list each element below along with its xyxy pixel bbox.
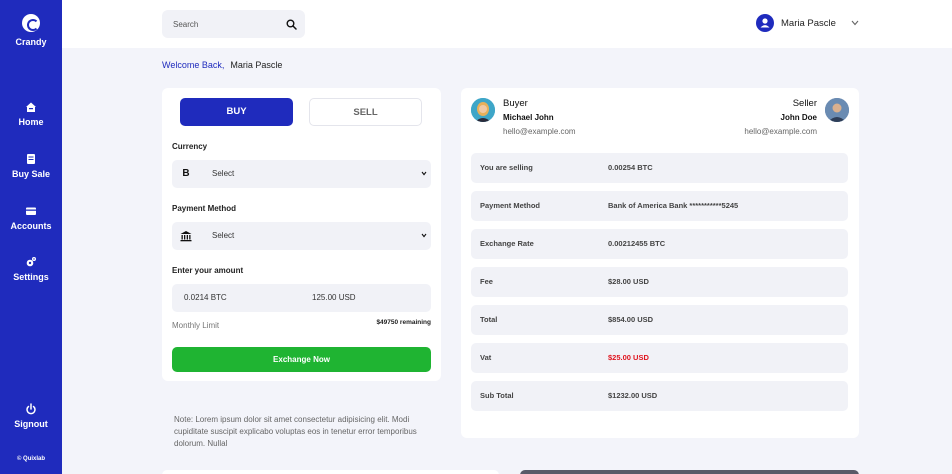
logo-icon bbox=[22, 14, 40, 32]
currency-label: Currency bbox=[172, 142, 208, 151]
detail-value: $854.00 USD bbox=[608, 315, 654, 324]
sidebar: Crandy Home Buy Sale Accounts Settings S… bbox=[0, 0, 62, 474]
sidebar-item-label: Settings bbox=[13, 272, 49, 282]
seller-avatar bbox=[825, 98, 849, 122]
note-text: Note: Lorem ipsum dolor sit amet consect… bbox=[174, 415, 417, 448]
amount-usd: 125.00 USD bbox=[312, 293, 356, 302]
detail-value: 0.00254 BTC bbox=[608, 163, 653, 172]
monthly-limit-label: Monthly Limit bbox=[172, 321, 220, 330]
app-name: Crandy bbox=[15, 37, 47, 47]
sidebar-item-home[interactable]: Home bbox=[0, 101, 62, 127]
currency-select-value: Select bbox=[212, 169, 235, 178]
signout-label: Signout bbox=[14, 419, 48, 429]
footer-brand: © Quixlab bbox=[16, 456, 46, 462]
detail-row: Sub Total $1232.00 USD bbox=[471, 381, 848, 411]
sidebar-item-label: Buy Sale bbox=[11, 169, 51, 179]
amount-label: Enter your amount bbox=[172, 266, 244, 275]
detail-row: You are selling 0.00254 BTC bbox=[471, 153, 848, 183]
detail-value: 0.00212455 BTC bbox=[608, 239, 666, 248]
detail-value: Bank of America Bank ***********5245 bbox=[608, 201, 739, 210]
chevron-down-icon bbox=[421, 171, 427, 176]
top-bar: Maria Pascle bbox=[62, 0, 952, 48]
bottom-card-right bbox=[520, 470, 859, 474]
gear-icon bbox=[26, 257, 36, 267]
detail-label: Total bbox=[480, 315, 498, 324]
chevron-down-icon bbox=[851, 20, 859, 26]
search-input[interactable] bbox=[162, 10, 282, 38]
amount-field[interactable]: 0.0214 BTC 125.00 USD bbox=[172, 284, 431, 312]
detail-row: Fee $28.00 USD bbox=[471, 267, 848, 297]
detail-value: $28.00 USD bbox=[608, 277, 649, 286]
detail-row: Vat $25.00 USD bbox=[471, 343, 848, 373]
user-menu[interactable]: Maria Pascle bbox=[756, 14, 866, 34]
app-logo[interactable]: Crandy bbox=[0, 14, 62, 47]
seller-name: John Doe bbox=[780, 113, 817, 122]
buyer-role: Buyer bbox=[503, 98, 528, 109]
detail-label: Sub Total bbox=[480, 391, 514, 400]
seller-photo bbox=[825, 98, 849, 122]
search-box bbox=[162, 10, 305, 38]
card-icon bbox=[26, 207, 36, 215]
detail-label: Exchange Rate bbox=[480, 239, 534, 248]
user-icon bbox=[760, 18, 770, 28]
detail-label: You are selling bbox=[480, 163, 533, 172]
user-avatar bbox=[756, 14, 774, 32]
tab-buy[interactable]: BUY bbox=[180, 98, 293, 126]
payment-method-select[interactable]: Select bbox=[172, 222, 431, 250]
seller-role: Seller bbox=[792, 98, 817, 109]
sidebar-item-buy-sale[interactable]: Buy Sale bbox=[0, 153, 62, 179]
welcome-lead: Welcome Back, bbox=[162, 60, 225, 70]
bottom-card-left bbox=[162, 470, 499, 474]
payment-method-label: Payment Method bbox=[172, 204, 237, 213]
detail-label: Fee bbox=[480, 277, 493, 286]
sidebar-item-label: Home bbox=[18, 117, 44, 127]
detail-label: Payment Method bbox=[480, 201, 541, 210]
currency-select[interactable]: B Select bbox=[172, 160, 431, 188]
bitcoin-icon: B bbox=[182, 168, 190, 179]
chevron-down-icon bbox=[421, 233, 427, 238]
tab-sell[interactable]: SELL bbox=[309, 98, 422, 126]
detail-value: $25.00 USD bbox=[608, 353, 649, 362]
buyer-photo bbox=[471, 98, 495, 122]
user-name: Maria Pascle bbox=[781, 18, 836, 29]
detail-row: Total $854.00 USD bbox=[471, 305, 848, 335]
sidebar-item-accounts[interactable]: Accounts bbox=[0, 205, 62, 231]
wallet-icon bbox=[27, 154, 35, 164]
welcome-name: Maria Pascle bbox=[230, 60, 283, 70]
detail-row: Exchange Rate 0.00212455 BTC bbox=[471, 229, 848, 259]
detail-label: Vat bbox=[480, 353, 492, 362]
signout-button[interactable]: Signout bbox=[0, 403, 62, 429]
trade-form-card: BUY SELL Currency B Select Payment Metho… bbox=[162, 88, 441, 381]
buyer-avatar bbox=[471, 98, 495, 122]
buyer-name: Michael John bbox=[503, 113, 554, 122]
power-icon bbox=[26, 403, 36, 415]
limit-remaining: $49750 remaining bbox=[376, 319, 431, 326]
detail-row: Payment Method Bank of America Bank *****… bbox=[471, 191, 848, 221]
seller-email: hello@example.com bbox=[744, 127, 817, 136]
search-icon[interactable] bbox=[286, 19, 297, 30]
amount-btc: 0.0214 BTC bbox=[184, 293, 227, 302]
sidebar-item-settings[interactable]: Settings bbox=[0, 256, 62, 282]
bank-icon bbox=[180, 231, 192, 242]
exchange-now-button[interactable]: Exchange Now bbox=[172, 347, 431, 372]
welcome-message: Welcome Back, Maria Pascle bbox=[162, 60, 282, 70]
home-icon bbox=[26, 102, 36, 112]
transaction-summary-card: Buyer Michael John hello@example.com Sel… bbox=[461, 88, 859, 438]
sidebar-item-label: Accounts bbox=[10, 221, 52, 231]
payment-method-value: Select bbox=[212, 231, 235, 240]
buyer-email: hello@example.com bbox=[503, 127, 576, 136]
detail-value: $1232.00 USD bbox=[608, 391, 658, 400]
